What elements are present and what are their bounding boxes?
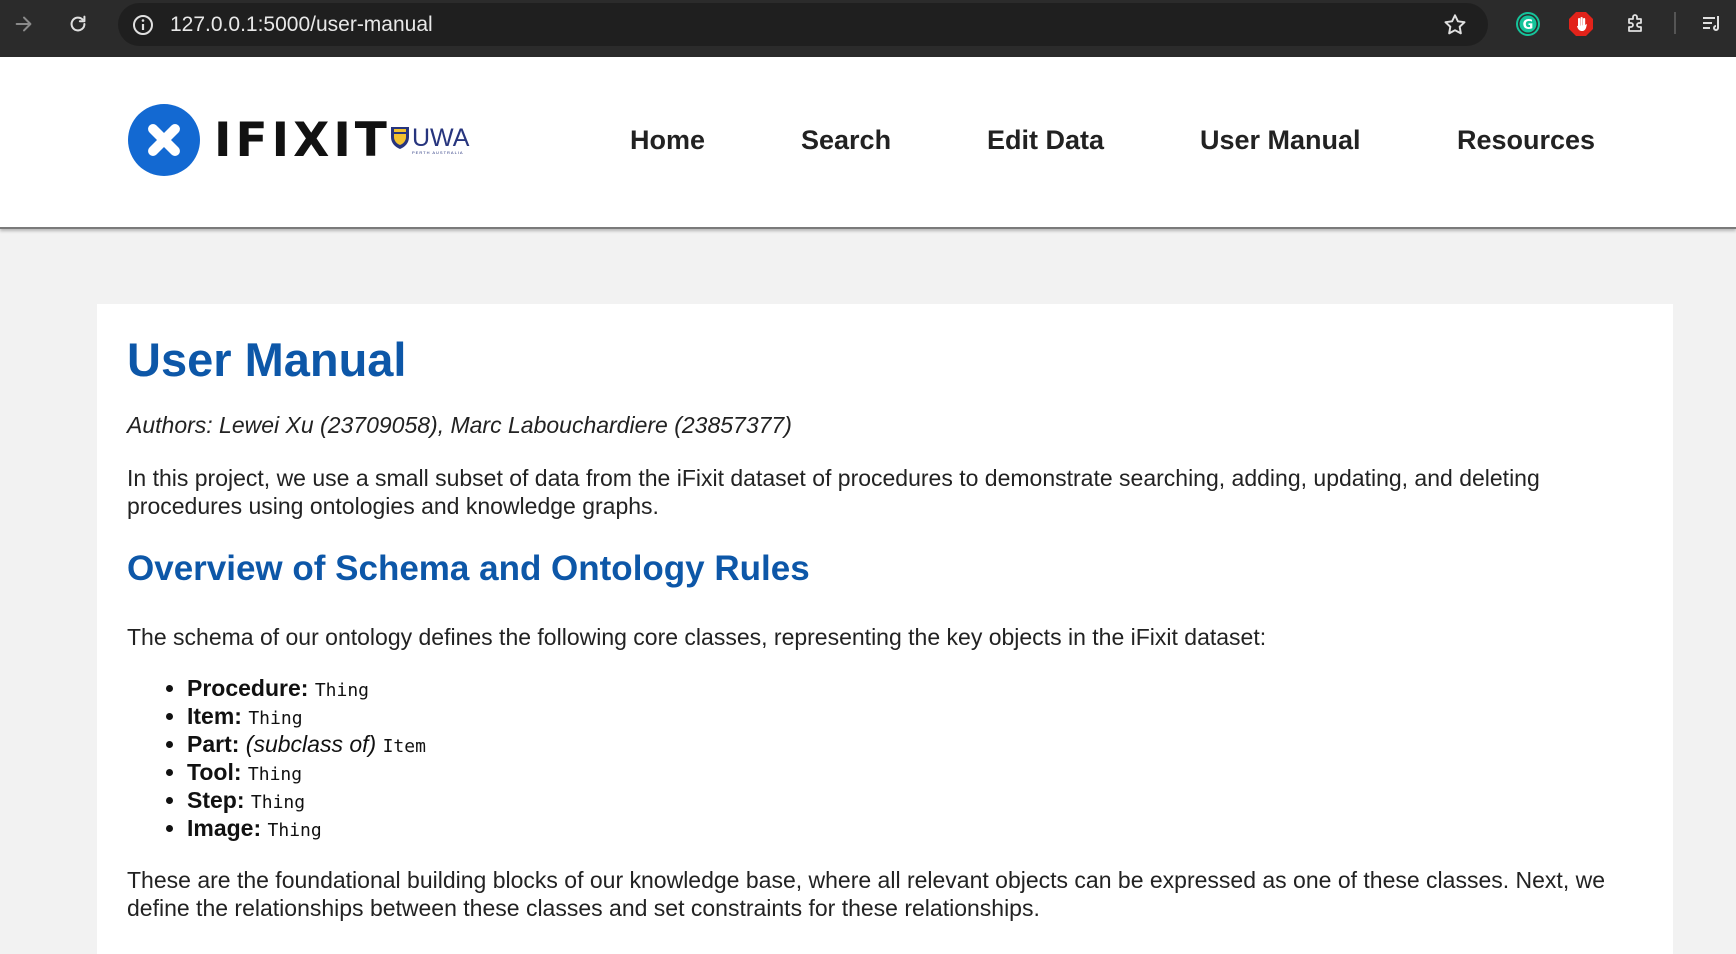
- authors-text: Authors: Lewei Xu (23709058), Marc Labou…: [127, 412, 792, 438]
- class-name: Procedure:: [187, 675, 309, 701]
- address-bar[interactable]: 127.0.0.1:5000/user-manual: [118, 3, 1488, 46]
- class-name: Step:: [187, 787, 245, 813]
- schema-intro-paragraph: The schema of our ontology defines the f…: [127, 624, 1267, 650]
- adblock-hand-icon[interactable]: [1567, 10, 1595, 38]
- list-item: Part: (subclass of) Item: [187, 730, 426, 758]
- class-parent: Thing: [267, 820, 322, 841]
- reload-icon: [70, 15, 86, 32]
- page-title: User Manual: [127, 333, 407, 386]
- class-name: Item:: [187, 703, 242, 729]
- ifixit-logo[interactable]: IFIXIT: [128, 104, 391, 176]
- outro-paragraph: These are the foundational building bloc…: [127, 867, 1605, 921]
- forward-button[interactable]: [8, 8, 40, 40]
- list-item: Tool: Thing: [187, 758, 426, 786]
- arrow-right-icon: [15, 16, 32, 32]
- nav-user-manual[interactable]: User Manual: [1200, 125, 1361, 156]
- class-parent: Item: [382, 736, 426, 757]
- svg-text:G: G: [1523, 18, 1534, 33]
- reading-list-icon[interactable]: [1698, 10, 1726, 38]
- list-item: Procedure: Thing: [187, 674, 426, 702]
- uwa-logo-text: UWA: [412, 124, 470, 152]
- uwa-shield-icon: [391, 127, 409, 149]
- class-parent: Thing: [248, 708, 303, 729]
- grammarly-icon[interactable]: G: [1514, 10, 1542, 38]
- class-parent: Thing: [314, 680, 370, 701]
- nav-edit-data[interactable]: Edit Data: [987, 125, 1104, 156]
- nav-search[interactable]: Search: [801, 125, 891, 156]
- nav-resources[interactable]: Resources: [1457, 125, 1595, 156]
- ifixit-logo-icon: [128, 104, 200, 176]
- list-item: Image: Thing: [187, 814, 426, 842]
- list-item: Item: Thing: [187, 702, 426, 730]
- uwa-logo: UWA PERTH AUSTRALIA: [390, 124, 470, 155]
- content-card: User Manual Authors: Lewei Xu (23709058)…: [97, 304, 1673, 954]
- browser-toolbar: 127.0.0.1:5000/user-manual G: [0, 0, 1736, 57]
- intro-paragraph: In this project, we use a small subset o…: [127, 465, 1540, 519]
- toolbar-divider: [1674, 12, 1676, 34]
- site-header: IFIXIT UWA PERTH AUSTRALIA Home Search E…: [0, 57, 1736, 229]
- puzzle-icon[interactable]: [1622, 10, 1650, 38]
- url-text[interactable]: 127.0.0.1:5000/user-manual: [170, 13, 433, 37]
- ifixit-logo-text: IFIXIT: [214, 112, 391, 168]
- star-icon[interactable]: [1442, 12, 1468, 38]
- list-item: Step: Thing: [187, 786, 426, 814]
- class-list: Procedure: Thing Item: Thing Part: (subc…: [127, 674, 426, 842]
- uwa-logo-subtext: PERTH AUSTRALIA: [412, 150, 464, 155]
- nav-home[interactable]: Home: [630, 125, 705, 156]
- class-name: Part:: [187, 731, 240, 757]
- class-name: Tool:: [187, 759, 242, 785]
- reload-button[interactable]: [62, 8, 94, 40]
- class-parent: Thing: [250, 792, 306, 813]
- class-parent: Thing: [247, 764, 303, 785]
- class-name: Image:: [187, 815, 262, 841]
- section-title: Overview of Schema and Ontology Rules: [127, 549, 810, 588]
- class-qualifier: (subclass of): [245, 731, 377, 757]
- info-icon[interactable]: [128, 10, 158, 40]
